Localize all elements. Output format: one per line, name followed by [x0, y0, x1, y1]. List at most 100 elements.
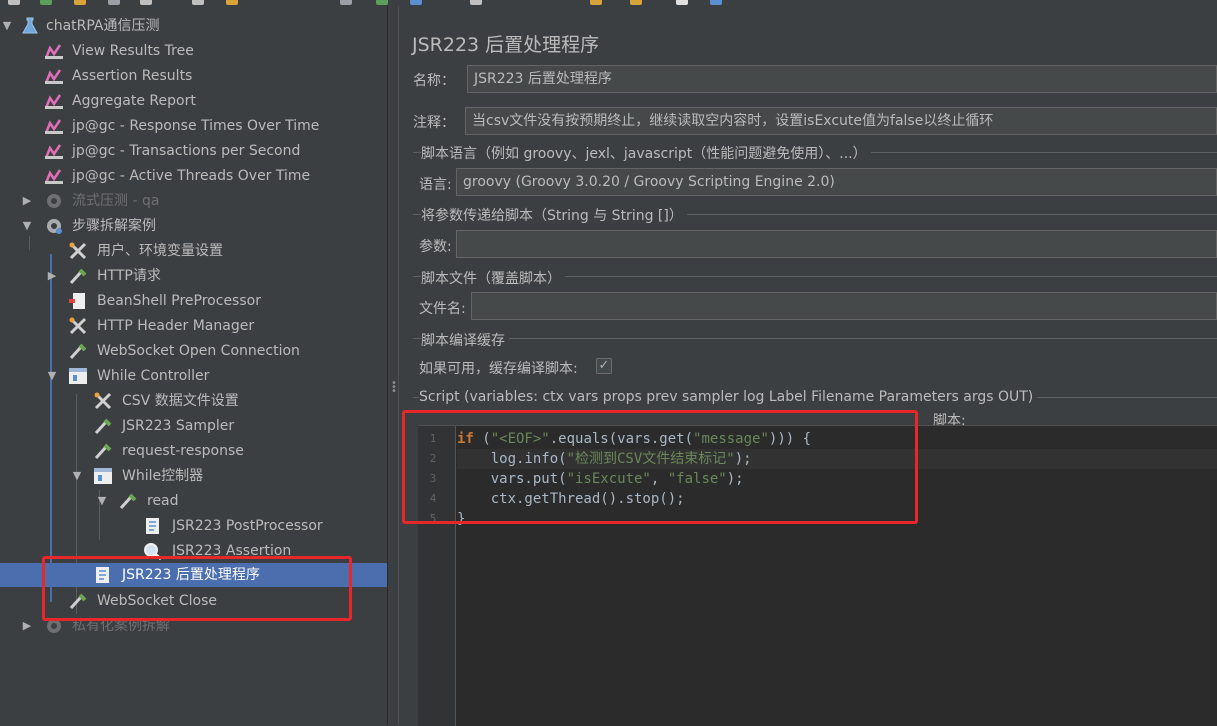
tree-item-label: Assertion Results: [72, 68, 193, 84]
params-section: 将参数传递给脚本（String 与 String []）: [421, 205, 687, 225]
chevron-down-icon[interactable]: ▼: [0, 14, 14, 38]
tree-item-assertion-results[interactable]: Assertion Results: [0, 64, 387, 88]
tree-item-label: 用户、环境变量设置: [97, 243, 223, 259]
tree-item-while-controller[interactable]: ▼ While Controller: [0, 364, 387, 388]
toolbar-icon[interactable]: [590, 0, 602, 5]
language-select[interactable]: groovy (Groovy 3.0.20 / Groovy Scripting…: [456, 168, 1217, 196]
tree-item-label: 流式压测 - qa: [72, 193, 160, 209]
toolbar-icon[interactable]: [74, 0, 86, 5]
tree-item-label: While Controller: [97, 368, 210, 384]
filename-field[interactable]: [471, 292, 1217, 320]
tree-item-label: WebSocket Open Connection: [97, 343, 300, 359]
tree-item-label: JSR223 Sampler: [122, 418, 235, 434]
script-language-section: 脚本语言（例如 groovy、jexl、javascript（性能问题避免使用）…: [421, 143, 871, 163]
pipette-icon: [68, 267, 88, 285]
chevron-right-icon[interactable]: ▶: [20, 614, 34, 638]
listener-icon: [44, 142, 64, 160]
tree-item-csv-data-set[interactable]: CSV 数据文件设置: [0, 389, 387, 413]
controller-icon: [93, 467, 113, 485]
wrench-icon: [68, 317, 88, 335]
chevron-down-icon[interactable]: ▼: [45, 364, 59, 388]
tree-item-user-env-vars[interactable]: 用户、环境变量设置: [0, 239, 387, 263]
tree-item-jsr223-sampler[interactable]: JSR223 Sampler: [0, 414, 387, 438]
tree-item-label: 步骤拆解案例: [72, 218, 156, 234]
tree-item-active-threads[interactable]: jp@gc - Active Threads Over Time: [0, 164, 387, 188]
toolbar-icon[interactable]: [192, 0, 204, 5]
script-section: Script (variables: ctx vars props prev s…: [419, 389, 1038, 405]
listener-icon: [44, 167, 64, 185]
pipette-icon: [68, 342, 88, 360]
tree-item-label: HTTP Header Manager: [97, 318, 255, 334]
tree-item-response-times[interactable]: jp@gc - Response Times Over Time: [0, 114, 387, 138]
toolbar-icon[interactable]: [470, 0, 482, 5]
compile-cache-section: 脚本编译缓存: [421, 330, 509, 350]
tree-item-http-header-manager[interactable]: HTTP Header Manager: [0, 314, 387, 338]
cache-label: 如果可用，缓存编译脚本:: [419, 361, 578, 377]
comment-label: 注释：: [413, 115, 455, 131]
tree-item-label: read: [147, 493, 179, 509]
gear-icon: [44, 192, 64, 210]
pipette-icon: [93, 417, 113, 435]
toolbar-icon[interactable]: [8, 0, 20, 5]
tree-item-request-response[interactable]: request-response: [0, 439, 387, 463]
flask-icon: [20, 17, 40, 35]
tree-item-test-plan[interactable]: ▼ chatRPA通信压测: [0, 14, 387, 38]
toolbar-icon[interactable]: [140, 0, 152, 5]
chevron-right-icon[interactable]: ▶: [45, 264, 59, 288]
section-divider: [413, 338, 1217, 339]
chevron-right-icon[interactable]: ▶: [20, 189, 34, 213]
wrench-icon: [93, 392, 113, 410]
tree-item-http-request[interactable]: ▶ HTTP请求: [0, 264, 387, 288]
grip-icon: • • •: [391, 378, 397, 397]
chevron-down-icon[interactable]: ▼: [70, 464, 84, 488]
toolbar-icon[interactable]: [340, 0, 352, 5]
toolbar-icon[interactable]: [226, 0, 238, 5]
comment-field[interactable]: 当csv文件没有按预期终止，继续读取空内容时，设置isExcute值为false…: [465, 107, 1217, 135]
params-label: 参数:: [419, 239, 452, 255]
name-field[interactable]: JSR223 后置处理程序: [467, 65, 1217, 93]
tree-item-read[interactable]: ▼ read: [0, 489, 387, 513]
toolbar-icon[interactable]: [40, 0, 52, 5]
tree-item-transactions-per-second[interactable]: jp@gc - Transactions per Second: [0, 139, 387, 163]
toolbar-icon[interactable]: [710, 0, 722, 5]
tree-item-stream-test[interactable]: ▶ 流式压测 - qa: [0, 189, 387, 213]
tree-item-beanshell-preprocessor[interactable]: BeanShell PreProcessor: [0, 289, 387, 313]
filename-label: 文件名:: [419, 301, 466, 317]
highlight-box: [402, 410, 918, 524]
tree-item-label: jp@gc - Transactions per Second: [72, 143, 301, 159]
pipette-icon: [93, 442, 113, 460]
tree-item-label: Aggregate Report: [72, 93, 196, 109]
tree-item-label: JSR223 PostProcessor: [172, 518, 323, 534]
wrench-icon: [68, 242, 88, 260]
splitter-handle[interactable]: • • •: [387, 6, 399, 725]
params-field[interactable]: [456, 230, 1217, 258]
tree-item-label: HTTP请求: [97, 268, 161, 284]
toolbar-icon[interactable]: [676, 0, 688, 5]
chevron-down-icon[interactable]: ▼: [20, 214, 34, 238]
cache-checkbox[interactable]: ✓: [596, 358, 612, 374]
tree-item-aggregate-report[interactable]: Aggregate Report: [0, 89, 387, 113]
tree-item-view-results-tree[interactable]: View Results Tree: [0, 39, 387, 63]
tree-item-label: request-response: [122, 443, 244, 459]
editor-panel: JSR223 后置处理程序 名称： JSR223 后置处理程序 注释： 当csv…: [399, 6, 1217, 726]
tree-item-label: chatRPA通信压测: [46, 18, 160, 34]
script-file-section: 脚本文件（覆盖脚本）: [421, 268, 565, 288]
name-label: 名称：: [413, 73, 455, 89]
listener-icon: [44, 42, 64, 60]
toolbar-icon[interactable]: [630, 0, 642, 5]
tree-item-websocket-open[interactable]: WebSocket Open Connection: [0, 339, 387, 363]
tree-item-while-controller-cn[interactable]: ▼ While控制器: [0, 464, 387, 488]
gear-icon: [44, 217, 64, 235]
tree-item-jsr223-postprocessor[interactable]: JSR223 PostProcessor: [0, 514, 387, 538]
toolbar-icon[interactable]: [410, 0, 422, 5]
listener-icon: [44, 92, 64, 110]
preprocessor-icon: [68, 292, 88, 310]
test-plan-tree: ▼ chatRPA通信压测 View Results Tree Assertio…: [0, 6, 387, 725]
tree-item-label: CSV 数据文件设置: [122, 393, 239, 409]
tree-item-step-case[interactable]: ▼ 步骤拆解案例: [0, 214, 387, 238]
pipette-icon: [118, 492, 138, 510]
toolbar-icon[interactable]: [108, 0, 120, 5]
toolbar-icon[interactable]: [376, 0, 388, 5]
chevron-down-icon[interactable]: ▼: [95, 489, 109, 513]
highlight-box: [42, 556, 352, 621]
